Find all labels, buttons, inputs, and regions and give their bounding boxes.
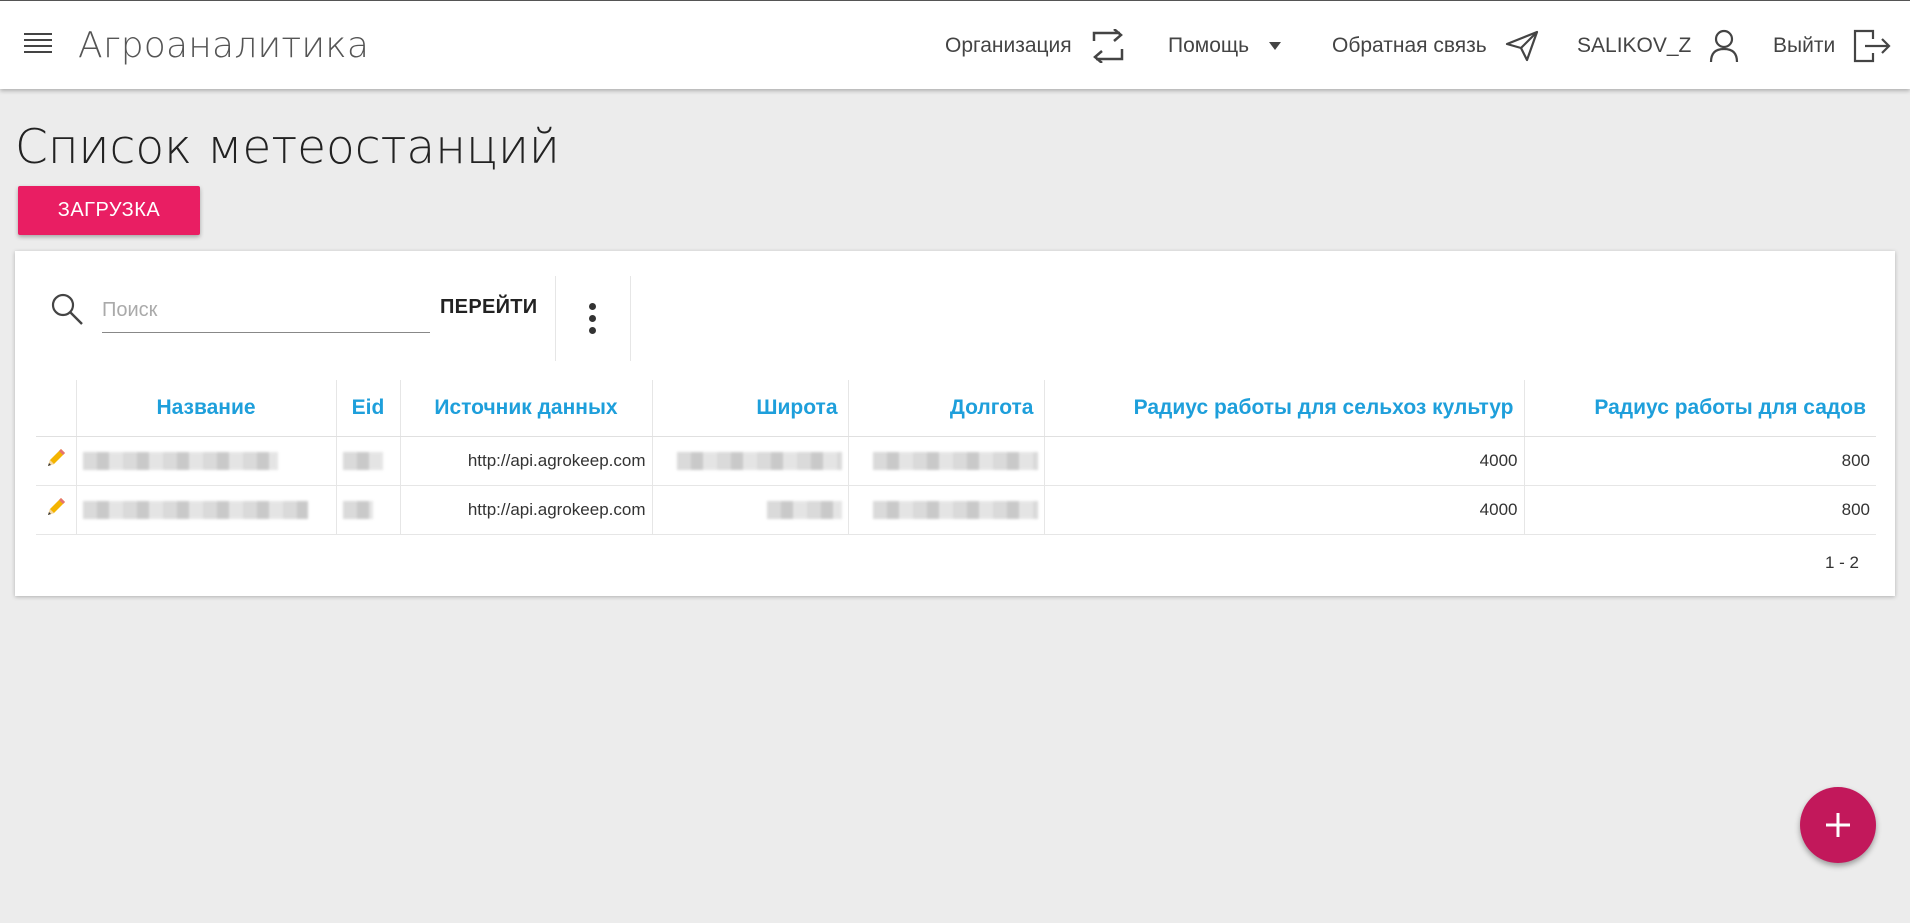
- column-header-edit: [36, 380, 77, 437]
- cell-radius-crops: 4000: [1044, 436, 1525, 486]
- cell-longitude-redacted: [848, 485, 1045, 535]
- cell-name-redacted: [76, 436, 337, 486]
- nav-logout[interactable]: Выйти: [1773, 23, 1891, 69]
- cell-radius-gardens: 800: [1524, 436, 1876, 486]
- caret-down-icon: [1269, 42, 1282, 50]
- nav-feedback-label: Обратная связь: [1332, 34, 1487, 57]
- table-row: http://api.agrokeep.com 4000 800: [36, 436, 1876, 486]
- toolbar-divider: [555, 276, 556, 361]
- cell-name-redacted: [76, 485, 337, 535]
- nav-user[interactable]: SALIKOV_Z: [1577, 23, 1739, 69]
- cell-radius-gardens: 800: [1524, 485, 1876, 535]
- nav-organization-label: Организация: [945, 34, 1072, 57]
- nav-user-label: SALIKOV_Z: [1577, 34, 1692, 57]
- column-header-radius-gardens[interactable]: Радиус работы для садов: [1524, 380, 1876, 437]
- go-button[interactable]: ПЕРЕЙТИ: [440, 296, 537, 319]
- column-header-eid[interactable]: Eid: [336, 380, 401, 437]
- nav-organization[interactable]: Организация: [945, 23, 1126, 69]
- app-bar: Агроаналитика Организация Помощь Обратна…: [0, 0, 1910, 89]
- cell-source: http://api.agrokeep.com: [400, 436, 653, 486]
- column-header-radius-crops[interactable]: Радиус работы для сельхоз культур: [1044, 380, 1525, 437]
- search-input[interactable]: [102, 289, 430, 333]
- plus-icon: [1826, 813, 1850, 837]
- edit-icon[interactable]: [45, 447, 67, 469]
- cell-source: http://api.agrokeep.com: [400, 485, 653, 535]
- more-options-icon[interactable]: [587, 303, 597, 339]
- pagination-range: 1 - 2: [1824, 553, 1859, 572]
- user-icon: [1710, 29, 1739, 63]
- page-title: Список метеостанций: [15, 120, 560, 175]
- cell-longitude-redacted: [848, 436, 1045, 486]
- app-title: Агроаналитика: [78, 25, 370, 66]
- send-icon: [1505, 30, 1538, 62]
- nav-help-label: Помощь: [1168, 34, 1250, 57]
- column-header-latitude[interactable]: Широта: [652, 380, 849, 437]
- cell-radius-crops: 4000: [1044, 485, 1525, 535]
- upload-button[interactable]: ЗАГРУЗКА: [18, 186, 200, 235]
- cell-latitude-redacted: [652, 436, 849, 486]
- search-icon: [51, 293, 83, 325]
- nav-logout-label: Выйти: [1773, 34, 1836, 57]
- menu-icon[interactable]: [24, 33, 52, 55]
- column-header-name[interactable]: Название: [76, 380, 337, 437]
- cell-latitude-redacted: [652, 485, 849, 535]
- cell-eid-redacted: [336, 485, 401, 535]
- nav-help[interactable]: Помощь: [1168, 23, 1283, 69]
- cell-eid-redacted: [336, 436, 401, 486]
- stations-card: ПЕРЕЙТИ Название Eid Источник данных Шир…: [15, 251, 1895, 596]
- logout-icon: [1854, 29, 1891, 63]
- nav-feedback[interactable]: Обратная связь: [1332, 23, 1539, 69]
- column-header-longitude[interactable]: Долгота: [848, 380, 1045, 437]
- swap-icon: [1092, 29, 1123, 63]
- toolbar-divider: [630, 276, 631, 361]
- stations-table: Название Eid Источник данных Широта Долг…: [36, 380, 1876, 535]
- edit-icon[interactable]: [45, 496, 67, 518]
- table-header-row: Название Eid Источник данных Широта Долг…: [36, 380, 1876, 437]
- column-header-source[interactable]: Источник данных: [400, 380, 653, 437]
- table-row: http://api.agrokeep.com 4000 800: [36, 485, 1876, 535]
- add-station-button[interactable]: [1800, 787, 1876, 863]
